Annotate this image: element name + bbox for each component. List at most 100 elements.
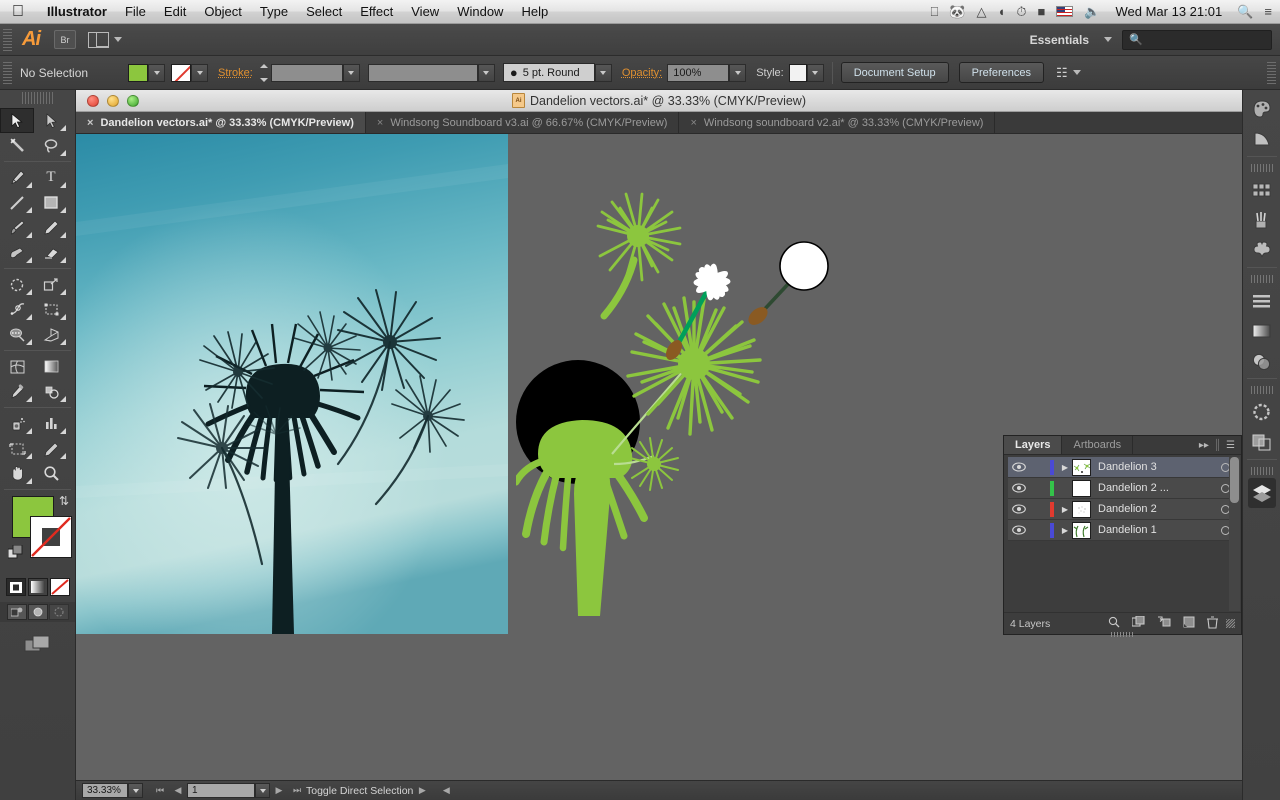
menu-item-effect[interactable]: Effect — [351, 3, 402, 21]
apple-menu-icon[interactable]:  — [12, 3, 24, 20]
lasso-tool[interactable] — [34, 133, 68, 158]
tab-layers[interactable]: Layers — [1004, 436, 1063, 454]
perspective-grid-tool[interactable] — [34, 322, 68, 347]
wifi-icon[interactable]: ◖ — [997, 4, 1005, 19]
visibility-toggle-icon[interactable] — [1008, 462, 1030, 472]
layer-row-dandelion-2[interactable]: ▶ Dandelion 2 — [1008, 499, 1237, 520]
gradient-tool[interactable] — [34, 354, 68, 379]
tab-windsong-soundboard-v2[interactable]: × Windsong soundboard v2.ai* @ 33.33% (C… — [679, 112, 996, 133]
stroke-swatch-dropdown[interactable] — [191, 63, 208, 82]
previous-artboard-icon[interactable]: ◀ — [169, 785, 187, 796]
make-clipping-mask-icon[interactable] — [1131, 615, 1145, 631]
opacity-dropdown[interactable] — [729, 63, 747, 82]
layers-panel-bottom-grip[interactable] — [1110, 632, 1135, 637]
stroke-color-box[interactable] — [30, 516, 72, 558]
shape-builder-tool[interactable] — [0, 322, 34, 347]
line-segment-tool[interactable] — [0, 190, 34, 215]
tab-dandelion-vectors[interactable]: × Dandelion vectors.ai* @ 33.33% (CMYK/P… — [76, 112, 366, 133]
blob-brush-tool[interactable] — [0, 240, 34, 265]
blend-tool[interactable] — [34, 379, 68, 404]
swatches-panel-icon[interactable] — [1248, 175, 1276, 205]
stroke-profile-field[interactable] — [367, 63, 478, 82]
color-panel-icon[interactable] — [1248, 94, 1276, 124]
dock-group-grip-1[interactable] — [1250, 164, 1273, 172]
scroll-left-icon[interactable]: ◀ — [437, 785, 455, 796]
draw-inside-icon[interactable] — [48, 604, 69, 620]
menu-item-select[interactable]: Select — [297, 3, 351, 21]
width-tool[interactable] — [0, 297, 34, 322]
collapse-panel-icon[interactable]: ▸▸ — [1199, 440, 1209, 451]
preferences-button[interactable]: Preferences — [958, 62, 1044, 83]
layers-panel[interactable]: Layers Artboards ▸▸ ║ ☰ ▶ Dandelion 3 Da… — [1003, 435, 1242, 637]
volume-icon[interactable]: 🔈 — [1084, 4, 1100, 20]
free-transform-tool[interactable] — [34, 297, 68, 322]
close-icon[interactable]: × — [87, 117, 93, 129]
symbol-sprayer-tool[interactable] — [0, 411, 34, 436]
artboard-number-field[interactable]: 1 — [187, 783, 255, 798]
selection-tool[interactable] — [0, 108, 34, 133]
graphic-style-swatch[interactable] — [788, 63, 807, 82]
slice-tool[interactable] — [34, 436, 68, 461]
change-screen-mode-icon[interactable] — [0, 634, 75, 654]
arrange-chevron-down-icon[interactable] — [114, 37, 122, 42]
visibility-toggle-icon[interactable] — [1008, 504, 1030, 514]
disclosure-triangle-icon[interactable]: ▶ — [1058, 505, 1072, 514]
opacity-label[interactable]: Opacity: — [622, 67, 662, 79]
draw-behind-icon[interactable] — [27, 604, 48, 620]
application-bar-grip[interactable] — [3, 28, 12, 51]
stroke-weight-label[interactable]: Stroke: — [218, 67, 253, 79]
layers-panel-icon[interactable] — [1247, 478, 1276, 508]
workspace-chevron-down-icon[interactable] — [1104, 37, 1112, 42]
first-artboard-icon[interactable]: ⏮ — [151, 785, 169, 796]
artboard-number-dropdown[interactable] — [255, 783, 270, 798]
swap-fill-stroke-icon[interactable]: ⇅ — [59, 494, 69, 508]
stroke-weight-field[interactable] — [270, 63, 343, 82]
mesh-tool[interactable] — [0, 354, 34, 379]
menu-item-window[interactable]: Window — [448, 3, 512, 21]
menu-item-object[interactable]: Object — [195, 3, 251, 21]
zoom-level-dropdown[interactable] — [128, 783, 143, 798]
align-panel-icon[interactable] — [1248, 286, 1276, 316]
dandelion-photograph[interactable] — [76, 134, 508, 634]
airplay-icon[interactable]: ⎕ — [930, 4, 938, 20]
document-title-bar[interactable]: Ai Dandelion vectors.ai* @ 33.33% (CMYK/… — [76, 90, 1242, 112]
locate-object-icon[interactable] — [1108, 616, 1120, 631]
menu-bar-clock[interactable]: Wed Mar 13 21:01 — [1112, 4, 1227, 19]
disclosure-triangle-icon[interactable]: ▶ — [1058, 526, 1072, 535]
evernote-icon[interactable]: 🐼 — [949, 4, 965, 20]
magic-wand-tool[interactable] — [0, 133, 34, 158]
brush-definition-dropdown[interactable] — [594, 63, 612, 82]
menu-item-illustrator[interactable]: Illustrator — [38, 3, 116, 21]
stroke-profile-dropdown[interactable] — [477, 63, 495, 82]
layer-name[interactable]: Dandelion 3 — [1098, 461, 1213, 473]
layers-scroll-thumb[interactable] — [1230, 457, 1239, 503]
hand-tool[interactable] — [0, 461, 34, 486]
menu-item-help[interactable]: Help — [512, 3, 557, 21]
next-artboard-icon[interactable]: ▶ — [270, 785, 288, 796]
layer-name[interactable]: Dandelion 1 — [1098, 524, 1213, 536]
direct-selection-tool[interactable] — [34, 108, 68, 133]
close-icon[interactable]: × — [690, 117, 696, 129]
brushes-panel-icon[interactable] — [1248, 205, 1276, 235]
dock-group-grip-4[interactable] — [1250, 467, 1273, 475]
draw-normal-icon[interactable] — [6, 604, 27, 620]
time-machine-icon[interactable]: ⏱ — [1016, 4, 1026, 20]
eraser-tool[interactable] — [34, 240, 68, 265]
stroke-panel-icon[interactable] — [1248, 397, 1276, 427]
arrange-documents-icon[interactable] — [88, 31, 109, 48]
control-bar-end-grip[interactable] — [1267, 61, 1276, 84]
menu-item-type[interactable]: Type — [251, 3, 297, 21]
help-search-input[interactable]: 🔍 — [1122, 29, 1272, 50]
align-chevron-down-icon[interactable] — [1072, 70, 1081, 75]
status-text[interactable]: Toggle Direct Selection — [306, 785, 413, 797]
menu-item-file[interactable]: File — [116, 3, 155, 21]
layer-name[interactable]: Dandelion 2 ... — [1098, 482, 1213, 494]
layer-row-dandelion-2-copy[interactable]: Dandelion 2 ... — [1008, 478, 1237, 499]
stroke-weight-dropdown[interactable] — [342, 63, 360, 82]
eyedropper-tool[interactable] — [0, 379, 34, 404]
close-icon[interactable]: × — [377, 117, 383, 129]
dandelion-vector-artwork[interactable] — [516, 164, 846, 634]
paintbrush-tool[interactable] — [0, 215, 34, 240]
artboard-tool[interactable] — [0, 436, 34, 461]
rotate-tool[interactable] — [0, 272, 34, 297]
